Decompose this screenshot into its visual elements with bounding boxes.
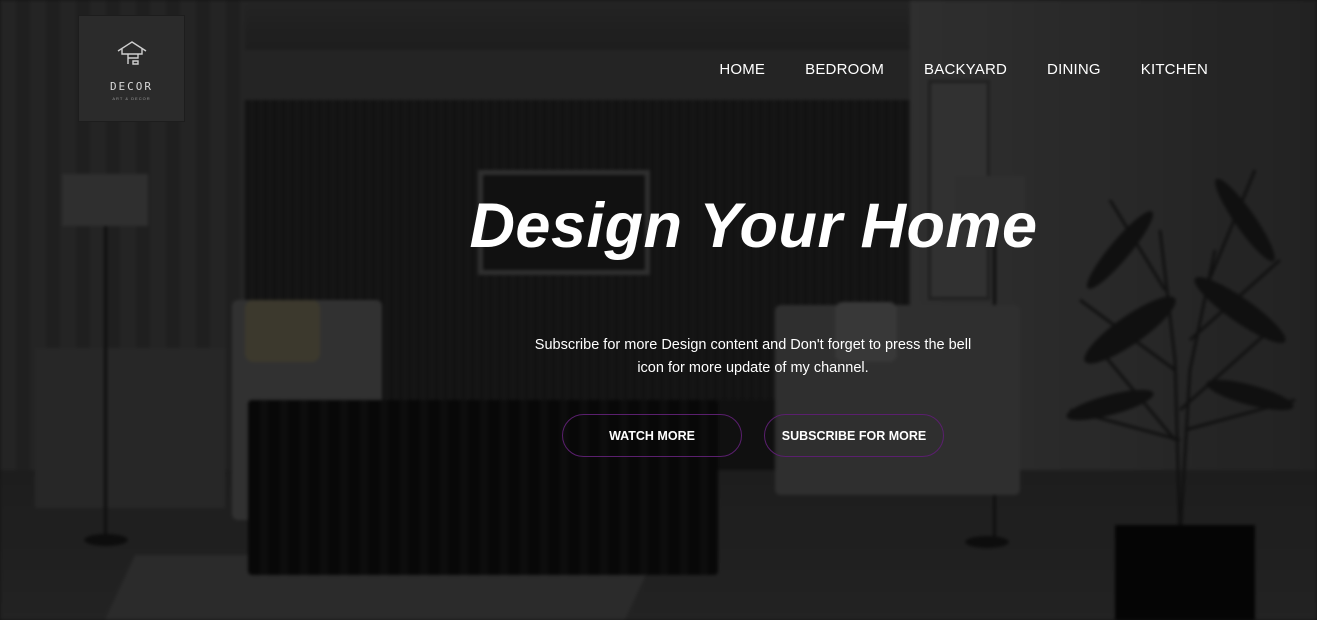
logo-name: DECOR: [109, 80, 154, 93]
dark-overlay: [0, 0, 1317, 620]
nav-item-dining[interactable]: DINING: [1047, 61, 1101, 78]
nav-item-bedroom[interactable]: BEDROOM: [805, 61, 884, 78]
watch-more-button[interactable]: WATCH MORE: [562, 414, 742, 457]
hero-subtitle: Subscribe for more Design content and Do…: [534, 337, 972, 376]
logo-tagline: ART & DECOR: [112, 96, 151, 101]
main-nav: HOME BEDROOM BACKYARD DINING KITCHEN: [719, 61, 1208, 78]
house-icon: [117, 41, 147, 65]
logo[interactable]: DECOR ART & DECOR: [78, 15, 185, 122]
hero-background-image: [0, 0, 1317, 620]
nav-item-home[interactable]: HOME: [719, 61, 765, 78]
nav-item-kitchen[interactable]: KITCHEN: [1141, 61, 1208, 78]
subscribe-button[interactable]: SUBSCRIBE FOR MORE: [764, 414, 944, 457]
nav-item-backyard[interactable]: BACKYARD: [924, 61, 1007, 78]
hero-title: Design Your Home: [469, 191, 1038, 261]
